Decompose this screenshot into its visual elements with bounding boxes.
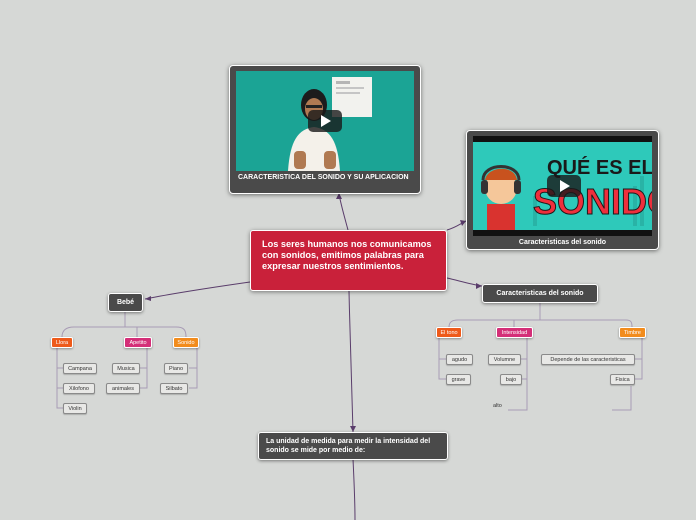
video-card-caracteristica[interactable]: CARACTERISTICA DEL SONIDO Y SU APLICACIO… bbox=[229, 65, 421, 194]
leaf-musica[interactable]: Musica bbox=[112, 363, 140, 374]
leaf-alto[interactable]: alto bbox=[493, 403, 502, 409]
leaf-agudo[interactable]: agudo bbox=[446, 354, 473, 365]
video-caption: CARACTERISTICA DEL SONIDO Y SU APLICACIO… bbox=[238, 174, 409, 181]
subtopic-timbre[interactable]: Timbre bbox=[619, 327, 646, 338]
leaf-campana[interactable]: Campana bbox=[63, 363, 97, 374]
subtopic-llora[interactable]: Llora bbox=[51, 337, 73, 348]
link-unidad-down bbox=[352, 458, 356, 520]
subtopic-sonido[interactable]: Sonido bbox=[173, 337, 199, 348]
video-card-que-es-el-sonido[interactable]: QUÉ ES EL SONIDO Caracteristicas del son… bbox=[466, 130, 659, 250]
subtopic-intensidad[interactable]: Intensidad bbox=[496, 327, 533, 338]
leaf-depende-de-las-caracteristicas[interactable]: Depende de las caracteristicas bbox=[541, 354, 635, 365]
topic-caracteristicas-del-sonido[interactable]: Caracteristicas del sonido bbox=[482, 284, 598, 303]
leaf-xilofono[interactable]: Xilofono bbox=[63, 383, 95, 394]
play-icon[interactable] bbox=[547, 175, 582, 197]
subtopic-el-tono[interactable]: El tono bbox=[436, 327, 462, 338]
leaf-grave[interactable]: grave bbox=[446, 374, 471, 385]
play-icon[interactable] bbox=[308, 110, 342, 132]
leaf-bajo[interactable]: bajo bbox=[500, 374, 522, 385]
leaf-animales[interactable]: animales bbox=[106, 383, 140, 394]
leaf-violin[interactable]: Violin bbox=[63, 403, 87, 414]
leaf-silbato[interactable]: Silbato bbox=[160, 383, 188, 394]
leaf-volumne[interactable]: Volumne bbox=[488, 354, 521, 365]
video-caption: Caracteristicas del sonido bbox=[518, 239, 607, 246]
leaf-fisica[interactable]: Fisica bbox=[610, 374, 635, 385]
leaf-piano[interactable]: Piano bbox=[164, 363, 188, 374]
link-central-unidad bbox=[348, 290, 354, 433]
topic-bebe[interactable]: Bebé bbox=[108, 293, 143, 312]
topic-unidad-de-medida[interactable]: La unidad de medida para medir la intens… bbox=[258, 432, 448, 460]
central-topic[interactable]: Los seres humanos nos comunicamos con so… bbox=[250, 230, 447, 291]
video-thumbnail[interactable] bbox=[236, 71, 414, 171]
subtopic-apetito[interactable]: Apetito bbox=[124, 337, 152, 348]
link-central-video1 bbox=[338, 193, 349, 231]
link-central-bebe bbox=[144, 281, 251, 300]
video-thumbnail[interactable]: QUÉ ES EL SONIDO bbox=[473, 136, 652, 236]
